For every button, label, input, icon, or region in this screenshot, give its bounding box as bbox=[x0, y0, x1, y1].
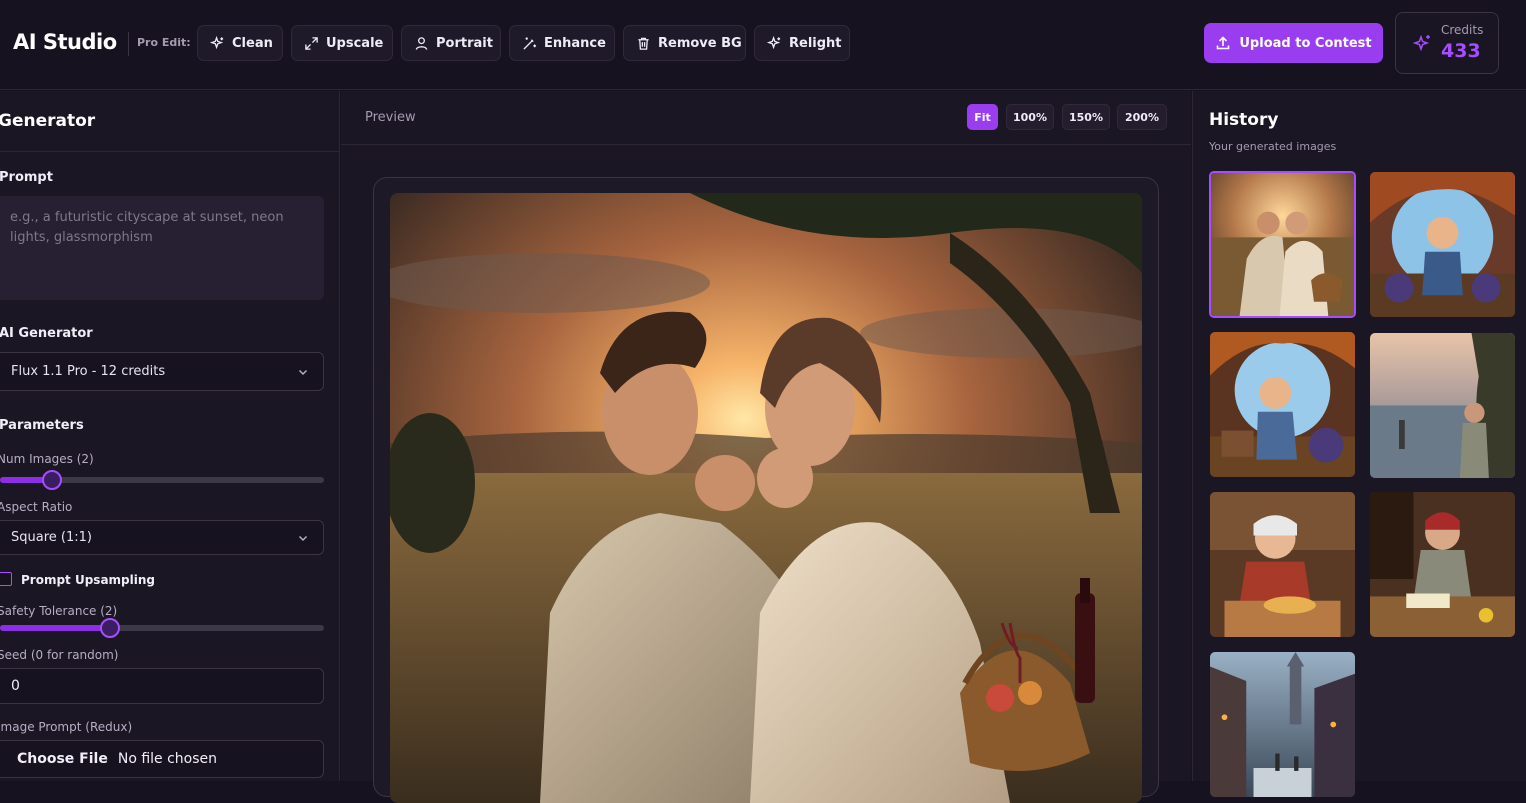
chevron-down-icon bbox=[298, 369, 308, 375]
num-images-label: Num Images (2) bbox=[0, 452, 94, 466]
zoom-200-button[interactable]: 200% bbox=[1117, 104, 1167, 130]
user-icon bbox=[415, 36, 428, 50]
clean-label: Clean bbox=[232, 35, 273, 51]
history-thumbnail[interactable] bbox=[1210, 652, 1355, 797]
prompt-input[interactable]: e.g., a futuristic cityscape at sunset, … bbox=[0, 196, 324, 300]
file-input[interactable]: Choose File No file chosen bbox=[0, 740, 324, 778]
preview-image[interactable] bbox=[390, 193, 1142, 803]
enhance-button[interactable]: Enhance bbox=[509, 25, 615, 61]
history-thumbnail[interactable] bbox=[1209, 171, 1356, 318]
seed-label: Seed (0 for random) bbox=[0, 648, 119, 662]
aspect-ratio-select[interactable]: Square (1:1) bbox=[0, 520, 324, 555]
zoom-100-button[interactable]: 100% bbox=[1006, 104, 1054, 130]
preview-canvas bbox=[373, 177, 1159, 803]
image-prompt-label: Image Prompt (Redux) bbox=[0, 720, 133, 734]
generator-panel: Generator Prompt e.g., a futuristic city… bbox=[0, 91, 340, 781]
top-bar: AI Studio Pro Edit: Clean Upscale Portra… bbox=[0, 0, 1526, 90]
app-logo: AI Studio bbox=[13, 30, 117, 54]
slider-thumb[interactable] bbox=[41, 470, 62, 490]
prompt-upsampling-checkbox[interactable] bbox=[0, 572, 12, 586]
generator-title: Generator bbox=[0, 111, 96, 131]
preview-label: Preview bbox=[365, 110, 416, 125]
sparkles-icon bbox=[1413, 34, 1430, 52]
portrait-label: Portrait bbox=[436, 35, 493, 51]
model-value: Flux 1.1 Pro - 12 credits bbox=[11, 364, 166, 379]
upload-to-contest-button[interactable]: Upload to Contest bbox=[1204, 23, 1383, 63]
history-thumbnail[interactable] bbox=[1370, 333, 1515, 478]
history-subtitle: Your generated images bbox=[1209, 140, 1337, 153]
history-thumbnail[interactable] bbox=[1370, 492, 1515, 637]
safety-tolerance-label: Safety Tolerance (2) bbox=[0, 604, 118, 618]
parameters-label: Parameters bbox=[0, 418, 84, 433]
zoom-150-button[interactable]: 150% bbox=[1062, 104, 1110, 130]
divider bbox=[0, 151, 340, 152]
portrait-button[interactable]: Portrait bbox=[401, 25, 501, 61]
upscale-label: Upscale bbox=[326, 35, 384, 51]
aspect-ratio-label: Aspect Ratio bbox=[0, 500, 73, 514]
chevron-down-icon bbox=[298, 535, 308, 541]
preview-header: Preview Fit 100% 150% 200% bbox=[341, 91, 1191, 145]
logo-divider bbox=[128, 32, 129, 56]
credits-value: 433 bbox=[1441, 40, 1481, 62]
pro-edit-label: Pro Edit: bbox=[137, 36, 191, 49]
prompt-label: Prompt bbox=[0, 170, 53, 185]
zoom-fit-button[interactable]: Fit bbox=[967, 104, 998, 130]
seed-input[interactable]: 0 bbox=[0, 668, 324, 704]
model-label: AI Generator bbox=[0, 326, 93, 341]
choose-file-button[interactable]: Choose File bbox=[17, 751, 108, 767]
remove-bg-label: Remove BG bbox=[658, 35, 742, 51]
preview-panel: Preview Fit 100% 150% 200% bbox=[341, 91, 1191, 803]
history-thumbnail[interactable] bbox=[1210, 332, 1355, 477]
trash-icon bbox=[638, 37, 649, 50]
expand-icon bbox=[305, 36, 318, 50]
magic-wand-icon bbox=[523, 36, 537, 50]
upscale-button[interactable]: Upscale bbox=[291, 25, 393, 61]
history-panel: History Your generated images bbox=[1192, 91, 1526, 797]
file-status: No file chosen bbox=[117, 751, 218, 767]
slider-fill bbox=[0, 625, 111, 631]
upload-label: Upload to Contest bbox=[1239, 35, 1372, 51]
upload-icon bbox=[1217, 36, 1230, 50]
aspect-ratio-value: Square (1:1) bbox=[11, 530, 92, 545]
credits-display: Credits 433 bbox=[1395, 12, 1499, 74]
history-thumbnail[interactable] bbox=[1210, 492, 1355, 637]
clean-button[interactable]: Clean bbox=[197, 25, 283, 61]
slider-thumb[interactable] bbox=[100, 618, 121, 638]
prompt-upsampling-label: Prompt Upsampling bbox=[21, 573, 155, 587]
sparkles-icon bbox=[767, 35, 781, 49]
history-thumbnail[interactable] bbox=[1370, 172, 1515, 317]
relight-button[interactable]: Relight bbox=[754, 25, 850, 61]
remove-bg-button[interactable]: Remove BG bbox=[623, 25, 746, 61]
enhance-label: Enhance bbox=[544, 35, 606, 51]
history-title: History bbox=[1209, 110, 1279, 130]
model-select[interactable]: Flux 1.1 Pro - 12 credits bbox=[0, 352, 324, 391]
credits-label: Credits bbox=[1441, 23, 1484, 37]
safety-tolerance-slider[interactable] bbox=[0, 618, 324, 638]
sparkles-icon bbox=[210, 35, 224, 49]
num-images-slider[interactable] bbox=[0, 470, 324, 490]
relight-label: Relight bbox=[789, 35, 842, 51]
